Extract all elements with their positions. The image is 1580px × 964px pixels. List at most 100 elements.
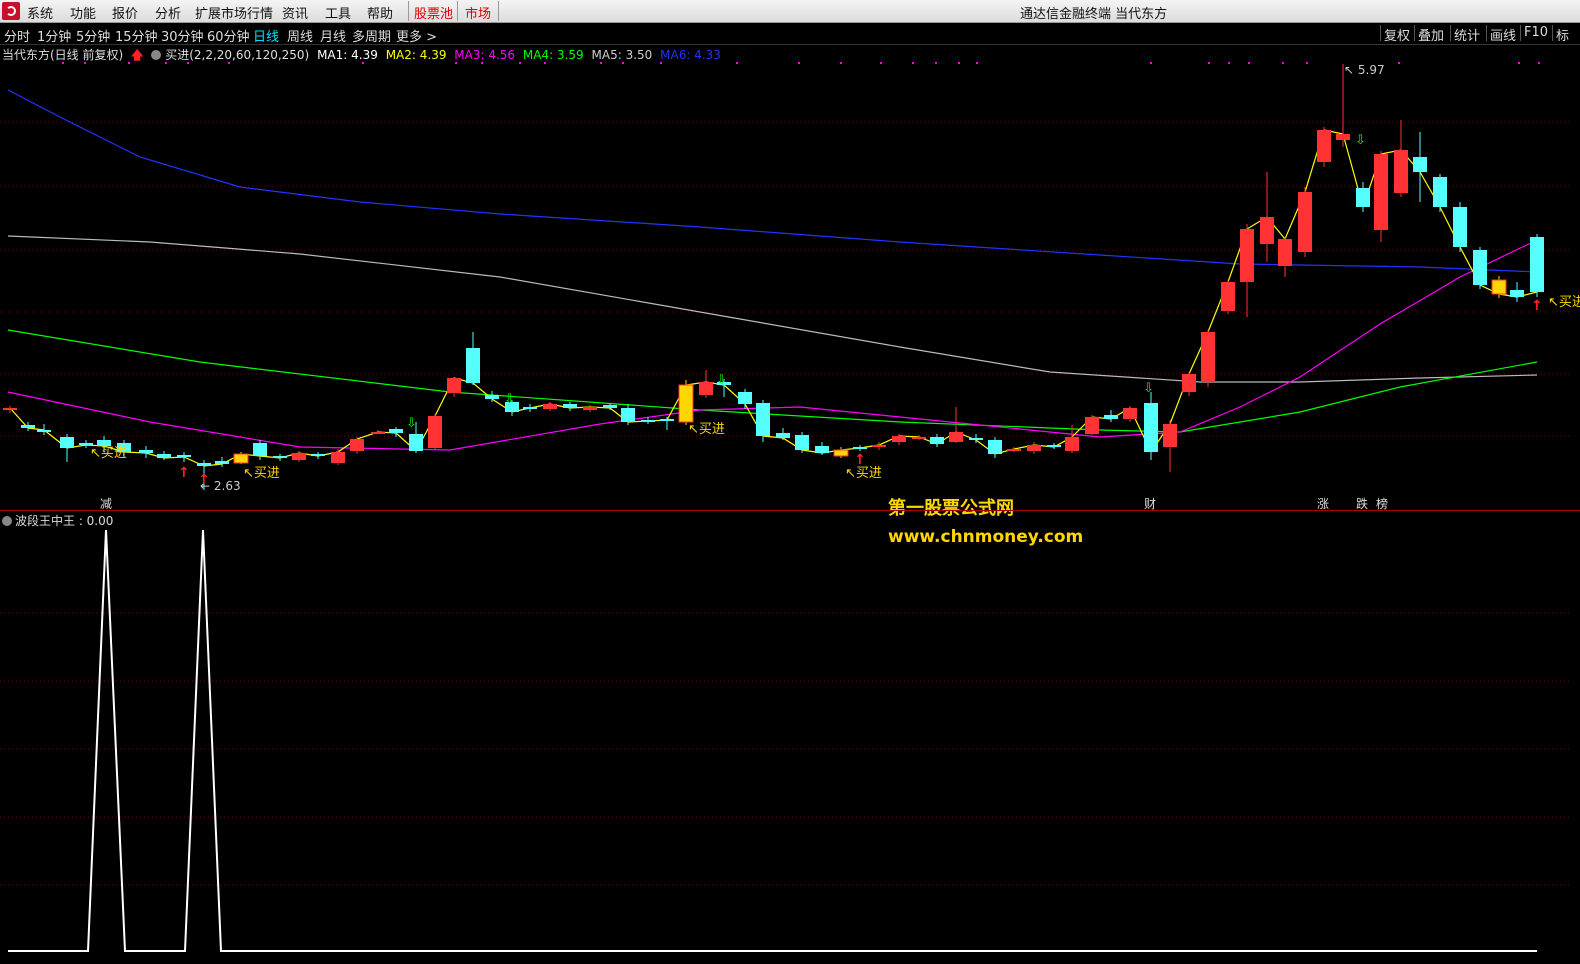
tick-dot — [1538, 62, 1540, 64]
candle-body-up — [1278, 239, 1292, 266]
overlay-button[interactable]: 叠加 — [1414, 25, 1447, 44]
stock-label[interactable]: 当代东方(日线 前复权) — [2, 48, 123, 62]
tick-dot — [1398, 62, 1400, 64]
watermark-title: 第一股票公式网 — [888, 498, 1014, 519]
pane-divider[interactable] — [0, 510, 1580, 511]
draw-button[interactable]: 画线 — [1486, 25, 1519, 44]
candle-body-up — [912, 437, 926, 439]
candle-body-up — [447, 378, 461, 393]
candle-body-down — [197, 463, 211, 466]
dropdown-circle-icon[interactable] — [2, 516, 12, 526]
candle-body-signal — [233, 453, 249, 464]
buy-signal-label: ↖买进 — [1548, 295, 1580, 310]
arrow-up-icon: 🡅 — [131, 48, 144, 62]
candle-body-down — [389, 429, 403, 433]
period-weekly[interactable]: 周线 — [287, 26, 313, 45]
candle-body-up — [892, 436, 906, 442]
menu-tools[interactable]: 工具 — [325, 3, 351, 22]
candlestick-chart[interactable]: ↑ ↑↑↑⇩⇩⇩⇩⇩↖买进↖买进↖买进↖买进↖买进↖ 5.97← 2.63 — [0, 62, 1580, 510]
candle-body-up — [1336, 134, 1350, 140]
period-15min[interactable]: 15分钟 — [115, 26, 158, 45]
menu-news[interactable]: 资讯 — [282, 3, 308, 22]
candle-body-down — [21, 425, 35, 428]
tick-dot — [228, 62, 230, 64]
candle-body-down — [969, 438, 983, 440]
tick-dot — [519, 62, 521, 64]
candle-body-down — [1433, 177, 1447, 207]
tick-dot — [935, 62, 937, 64]
candle-body-up — [1240, 229, 1254, 282]
candle-body-down — [738, 392, 752, 404]
candle-body-signal — [833, 449, 849, 457]
tick-dot — [187, 62, 189, 64]
candle-body-down — [215, 461, 229, 464]
app-logo-icon[interactable] — [2, 2, 20, 20]
menu-analysis[interactable]: 分析 — [155, 3, 181, 22]
sell-arrow-icon: ⇩ — [716, 373, 727, 388]
candle-body-up — [1007, 449, 1021, 451]
f10-button[interactable]: F10 — [1520, 25, 1551, 41]
candle-body-down — [79, 443, 93, 445]
candle-body-up — [292, 453, 306, 460]
tick-dot — [976, 62, 978, 64]
candle-body-up — [1221, 282, 1235, 311]
candle-body-down — [1453, 207, 1467, 247]
tick-dot — [1518, 62, 1520, 64]
period-more[interactable]: 更多 > — [396, 26, 437, 45]
period-daily[interactable]: 日线 — [253, 26, 279, 45]
menu-quote[interactable]: 报价 — [112, 3, 138, 22]
candle-body-up — [1065, 437, 1079, 451]
candle-body-down — [523, 407, 537, 409]
period-5min[interactable]: 5分钟 — [76, 26, 110, 45]
tick-dot — [660, 62, 662, 64]
period-60min[interactable]: 60分钟 — [207, 26, 250, 45]
candle-body-down — [466, 348, 480, 383]
candle-body-up — [1085, 417, 1099, 434]
menu-stock-pool[interactable]: 股票池 — [414, 3, 453, 22]
candle-body-down — [60, 437, 74, 448]
mark-button[interactable]: 标 — [1552, 25, 1572, 44]
period-multi[interactable]: 多周期 — [352, 26, 391, 45]
menu-separator — [408, 1, 409, 21]
candle-body-down — [756, 403, 770, 436]
candle-body-up — [1163, 424, 1177, 447]
tick-dot — [622, 62, 624, 64]
menu-market[interactable]: 市场 — [465, 3, 491, 22]
candle-body-up — [1201, 332, 1215, 382]
menu-separator — [498, 1, 499, 21]
indicator-chart[interactable] — [0, 528, 1580, 958]
candle-body-up — [1394, 150, 1408, 193]
menu-help[interactable]: 帮助 — [367, 3, 393, 22]
buy-signals: ↑ ↑↑↑⇩⇩⇩⇩⇩↖买进↖买进↖买进↖买进↖买进↖ 5.97← 2.63 — [90, 63, 1580, 493]
menu-extended-market[interactable]: 扩展市场行情 — [195, 3, 273, 22]
buy-signal-label: ↖买进 — [688, 422, 725, 437]
candle-body-down — [485, 395, 499, 399]
tick-dot — [840, 62, 842, 64]
stats-button[interactable]: 统计 — [1450, 25, 1483, 44]
adjust-button[interactable]: 复权 — [1380, 25, 1413, 44]
low-price-label: ← 2.63 — [200, 479, 241, 493]
candle-body-up — [1317, 130, 1331, 162]
period-1min[interactable]: 1分钟 — [37, 26, 71, 45]
period-30min[interactable]: 30分钟 — [161, 26, 204, 45]
candle-body-down — [930, 437, 944, 444]
menu-function[interactable]: 功能 — [70, 3, 96, 22]
sell-arrow-icon: ⇩ — [1143, 381, 1154, 396]
candle-body-down — [157, 454, 171, 458]
dropdown-circle-icon[interactable] — [151, 50, 162, 60]
indicator-line — [8, 529, 1537, 952]
ma4-label: MA4: 3.59 — [522, 48, 584, 62]
candle-body-up — [428, 416, 442, 448]
candle-body-down — [563, 404, 577, 408]
menu-bar: 系统 功能 报价 分析 扩展市场行情 资讯 工具 帮助 股票池 市场 通达信金融… — [0, 0, 1580, 23]
indicator-label: 波段王中王 : 0.00 — [2, 512, 113, 529]
period-tick[interactable]: 分时 — [4, 26, 30, 45]
formula-label[interactable]: 买进(2,2,20,60,120,250) — [165, 48, 309, 62]
high-price-label: ↖ 5.97 — [1344, 63, 1385, 77]
candle-body-up — [1374, 154, 1388, 230]
menu-system[interactable]: 系统 — [27, 3, 53, 22]
period-monthly[interactable]: 月线 — [320, 26, 346, 45]
chart-legend: 当代东方(日线 前复权) 🡅 买进(2,2,20,60,120,250) MA1… — [2, 46, 725, 62]
candle-body-up — [1027, 445, 1041, 451]
candle-body-down — [1104, 415, 1118, 419]
